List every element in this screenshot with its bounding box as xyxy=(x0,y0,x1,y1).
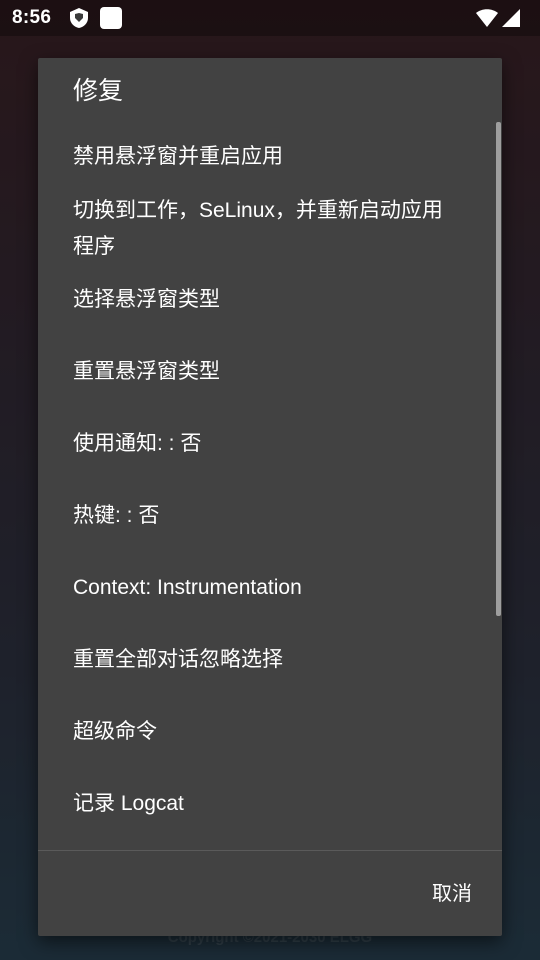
notification-square-icon xyxy=(100,7,122,29)
menu-item-select-overlay-type[interactable]: 选择悬浮窗类型 xyxy=(38,282,502,318)
status-bar: 8:56 xyxy=(0,0,540,36)
menu-item-reset-dialog-ignore[interactable]: 重置全部对话忽略选择 xyxy=(38,642,502,678)
status-time: 8:56 xyxy=(12,7,52,28)
menu-item-context[interactable]: Context: Instrumentation xyxy=(38,570,502,606)
menu-item-record-logcat[interactable]: 记录 Logcat xyxy=(38,786,502,822)
dialog-scrollbar[interactable] xyxy=(496,122,501,616)
menu-item-use-notification[interactable]: 使用通知: : 否 xyxy=(38,426,502,462)
repair-dialog: 修复 禁用悬浮窗并重启应用 切换到工作，SeLinux，并重新启动应用程序 选择… xyxy=(38,58,502,936)
app-shield-icon xyxy=(70,8,88,28)
cancel-button[interactable]: 取消 xyxy=(432,876,472,912)
menu-item-super-command[interactable]: 超级命令 xyxy=(38,714,502,750)
cellular-signal-icon xyxy=(502,9,520,27)
dialog-title: 修复 xyxy=(73,77,124,105)
menu-item-disable-overlay-restart[interactable]: 禁用悬浮窗并重启应用 xyxy=(38,139,502,175)
menu-item-switch-work-selinux-restart[interactable]: 切换到工作，SeLinux，并重新启动应用程序 xyxy=(38,193,468,265)
wifi-icon xyxy=(476,9,498,27)
menu-item-reset-overlay-type[interactable]: 重置悬浮窗类型 xyxy=(38,354,502,390)
menu-item-hotkey[interactable]: 热键: : 否 xyxy=(38,498,502,534)
dialog-divider xyxy=(38,850,502,851)
